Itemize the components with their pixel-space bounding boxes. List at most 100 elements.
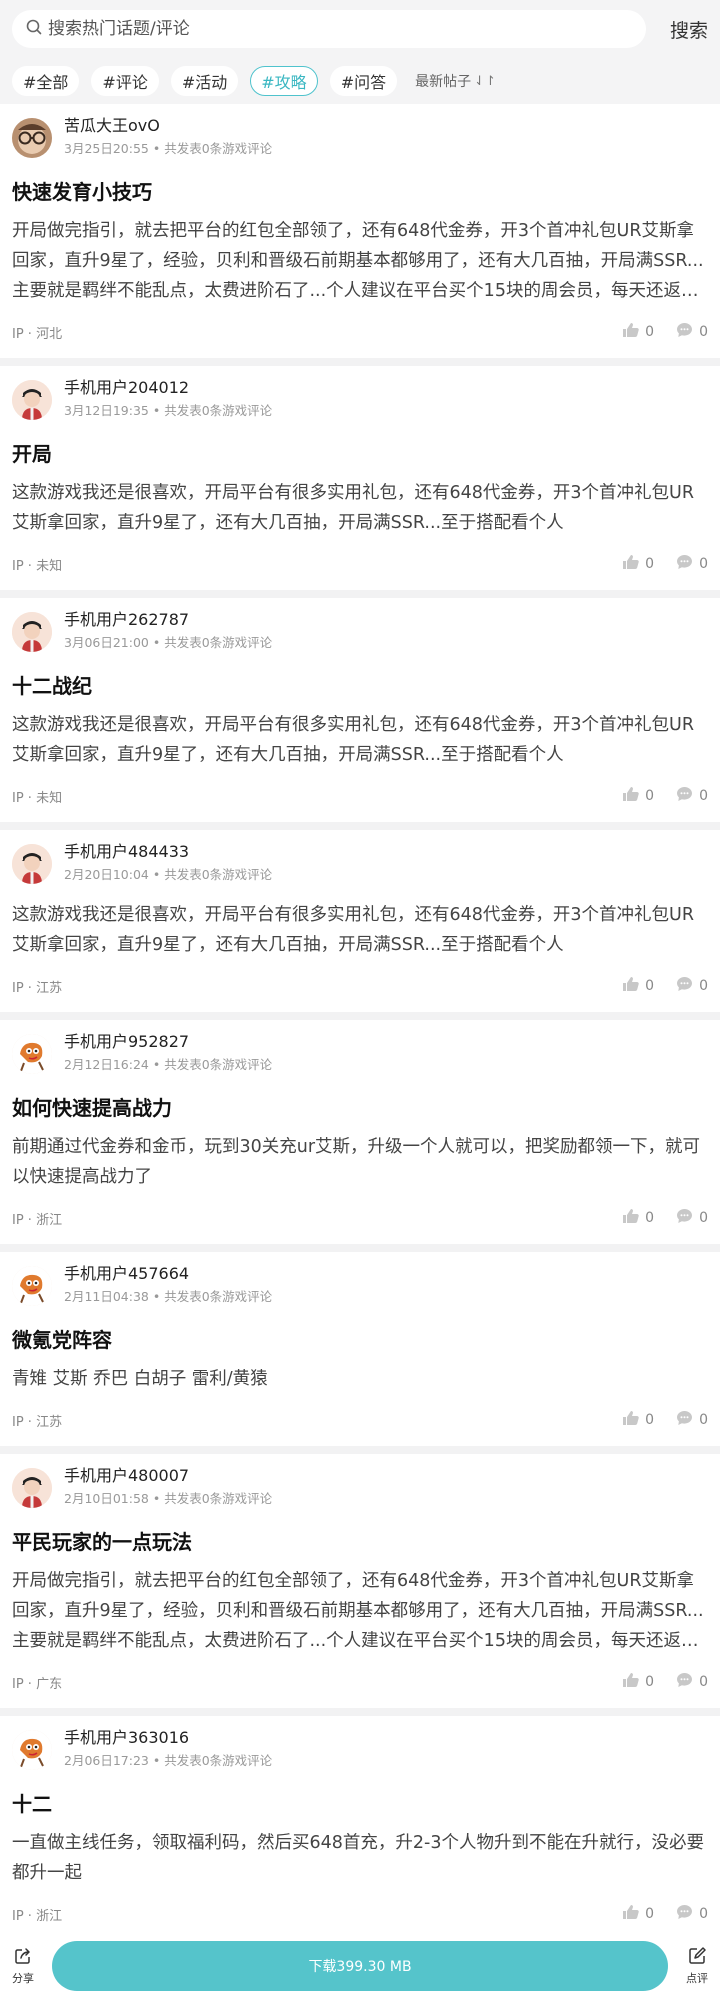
post-body-line: 开局做完指引，就去把平台的红包全部领了，还有648代金券，开3个首冲礼包UR艾斯…: [12, 221, 695, 241]
comment-button[interactable]: 0: [676, 1410, 708, 1430]
post-title[interactable]: 平民玩家的一点玩法: [12, 1528, 708, 1556]
username[interactable]: 手机用户480007: [64, 1466, 272, 1486]
username[interactable]: 手机用户204012: [64, 378, 272, 398]
comment-button[interactable]: 0: [676, 322, 708, 342]
post-card[interactable]: 手机用户204012 3月12日19:35 • 共发表0条游戏评论 开局 这款游…: [0, 366, 720, 598]
username[interactable]: 手机用户262787: [64, 610, 272, 630]
like-button[interactable]: 0: [622, 786, 654, 806]
post-card[interactable]: 手机用户457664 2月11日04:38 • 共发表0条游戏评论 微氪党阵容 …: [0, 1252, 720, 1454]
comment-button[interactable]: 0: [676, 1904, 708, 1924]
like-button[interactable]: 0: [622, 1672, 654, 1692]
like-button[interactable]: 0: [622, 1410, 654, 1430]
post-meta: 苦瓜大王ovO 3月25日20:55 • 共发表0条游戏评论: [64, 116, 272, 158]
comment-icon: [676, 1672, 699, 1692]
post-title[interactable]: 十二: [12, 1790, 708, 1818]
post-card[interactable]: 手机用户262787 3月06日21:00 • 共发表0条游戏评论 十二战纪 这…: [0, 598, 720, 830]
sort-arrows-icon: ⇃↾: [474, 73, 496, 89]
like-button[interactable]: 0: [622, 1208, 654, 1228]
post-body[interactable]: 开局做完指引，就去把平台的红包全部领了，还有648代金券，开3个首冲礼包UR艾斯…: [12, 216, 708, 306]
tag-qa[interactable]: #问答: [329, 66, 398, 96]
username[interactable]: 手机用户457664: [64, 1264, 272, 1284]
post-title[interactable]: 微氪党阵容: [12, 1326, 708, 1354]
download-button[interactable]: 下载399.30 MB: [52, 1941, 668, 1991]
comment-count: 0: [699, 1674, 708, 1690]
post-body[interactable]: 这款游戏我还是很喜欢，开局平台有很多实用礼包，还有648代金券，开3个首冲礼包U…: [12, 900, 708, 960]
username[interactable]: 手机用户484433: [64, 842, 272, 862]
like-button[interactable]: 0: [622, 554, 654, 574]
post-body-line: 以快速提高战力了: [12, 1167, 152, 1187]
like-button[interactable]: 0: [622, 976, 654, 996]
post-title[interactable]: 快速发育小技巧: [12, 178, 708, 206]
post-title[interactable]: 如何快速提高战力: [12, 1094, 708, 1122]
like-count: 0: [645, 1210, 655, 1226]
post-footer: IP · 未知 0 0: [12, 770, 708, 822]
ip-location: IP · 江苏: [12, 980, 63, 996]
ip-location: IP · 江苏: [12, 1414, 63, 1430]
post-body-line: 青雉 艾斯 乔巴 白胡子 雷利/黄猿: [12, 1369, 268, 1389]
post-card[interactable]: 手机用户480007 2月10日01:58 • 共发表0条游戏评论 平民玩家的一…: [0, 1454, 720, 1716]
tag-activity[interactable]: #活动: [170, 66, 239, 96]
post-body-line: 这款游戏我还是很喜欢，开局平台有很多实用礼包，还有648代金券，开3个首冲礼包U…: [12, 905, 695, 925]
review-button[interactable]: 点评: [674, 1946, 720, 1986]
sort-dropdown[interactable]: 最新帖子 ⇃↾: [415, 71, 496, 91]
thumbs-up-icon: [622, 786, 645, 806]
post-body[interactable]: 这款游戏我还是很喜欢，开局平台有很多实用礼包，还有648代金券，开3个首冲礼包U…: [12, 478, 708, 538]
post-body[interactable]: 一直做主线任务，领取福利码，然后买648首充，升2-3个人物升到不能在升就行，没…: [12, 1828, 708, 1888]
post-date: 2月10日01:58: [64, 1491, 149, 1506]
avatar[interactable]: [12, 1468, 52, 1508]
search-input[interactable]: [48, 19, 646, 39]
post-body[interactable]: 这款游戏我还是很喜欢，开局平台有很多实用礼包，还有648代金券，开3个首冲礼包U…: [12, 710, 708, 770]
share-button[interactable]: 分享: [0, 1947, 46, 1986]
post-card[interactable]: 手机用户952827 2月12日16:24 • 共发表0条游戏评论 如何快速提高…: [0, 1020, 720, 1252]
like-button[interactable]: 0: [622, 322, 654, 342]
search-button[interactable]: 搜索: [646, 16, 708, 43]
post-actions: 0 0: [600, 1410, 708, 1430]
post-body[interactable]: 青雉 艾斯 乔巴 白胡子 雷利/黄猿: [12, 1364, 708, 1394]
post-actions: 0 0: [600, 554, 708, 574]
post-body-line: 开局做完指引，就去把平台的红包全部领了，还有648代金券，开3个首冲礼包UR艾斯…: [12, 1571, 695, 1591]
avatar[interactable]: [12, 380, 52, 420]
avatar[interactable]: [12, 1730, 52, 1770]
post-body-line: 回家，直升9星了，经验，贝利和晋级石前期基本都够用了，还有大几百抽，开局满SSR…: [12, 251, 704, 271]
post-date: 2月20日10:04: [64, 867, 149, 882]
avatar[interactable]: [12, 1034, 52, 1074]
avatar[interactable]: [12, 1266, 52, 1306]
comment-button[interactable]: 0: [676, 786, 708, 806]
post-title[interactable]: 开局: [12, 440, 708, 468]
like-button[interactable]: 0: [622, 1904, 654, 1924]
post-card[interactable]: 苦瓜大王ovO 3月25日20:55 • 共发表0条游戏评论 快速发育小技巧 开…: [0, 104, 720, 366]
comment-button[interactable]: 0: [676, 554, 708, 574]
comment-button[interactable]: 0: [676, 1208, 708, 1228]
post-body-line: 艾斯拿回家，直升9星了，还有大几百抽，开局满SSR...至于搭配看个人: [12, 745, 564, 765]
post-footer: IP · 未知 0 0: [12, 538, 708, 590]
tag-review[interactable]: #评论: [91, 66, 159, 96]
search-icon: [26, 19, 42, 39]
thumbs-up-icon: [622, 1208, 645, 1228]
post-card[interactable]: 手机用户484433 2月20日10:04 • 共发表0条游戏评论 这款游戏我还…: [0, 830, 720, 1020]
post-footer: IP · 广东 0 0: [12, 1656, 708, 1708]
username[interactable]: 手机用户363016: [64, 1728, 272, 1748]
comment-button[interactable]: 0: [676, 1672, 708, 1692]
tag-strategy[interactable]: #攻略: [250, 66, 318, 96]
post-body[interactable]: 前期通过代金券和金币，玩到30关充ur艾斯，升级一个人就可以，把奖励都领一下，就…: [12, 1132, 708, 1192]
comment-count: 0: [699, 556, 708, 572]
avatar[interactable]: [12, 844, 52, 884]
comment-button[interactable]: 0: [676, 976, 708, 996]
post-card[interactable]: 手机用户363016 2月06日17:23 • 共发表0条游戏评论 十二 一直做…: [0, 1716, 720, 1948]
like-count: 0: [645, 324, 655, 340]
post-actions: 0 0: [600, 1208, 708, 1228]
avatar[interactable]: [12, 118, 52, 158]
comment-icon: [676, 786, 699, 806]
thumbs-up-icon: [622, 1904, 645, 1924]
comment-count: 0: [699, 1210, 708, 1226]
tag-all[interactable]: #全部: [12, 66, 80, 96]
post-title[interactable]: 十二战纪: [12, 672, 708, 700]
avatar[interactable]: [12, 612, 52, 652]
like-count: 0: [645, 1906, 655, 1922]
search-box[interactable]: [12, 10, 646, 48]
tag-filter-row: #全部 #评论 #活动 #攻略 #问答 最新帖子 ⇃↾: [12, 66, 708, 96]
post-body[interactable]: 开局做完指引，就去把平台的红包全部领了，还有648代金券，开3个首冲礼包UR艾斯…: [12, 1566, 708, 1656]
username[interactable]: 苦瓜大王ovO: [64, 116, 272, 136]
comment-icon: [676, 1904, 699, 1924]
username[interactable]: 手机用户952827: [64, 1032, 272, 1052]
